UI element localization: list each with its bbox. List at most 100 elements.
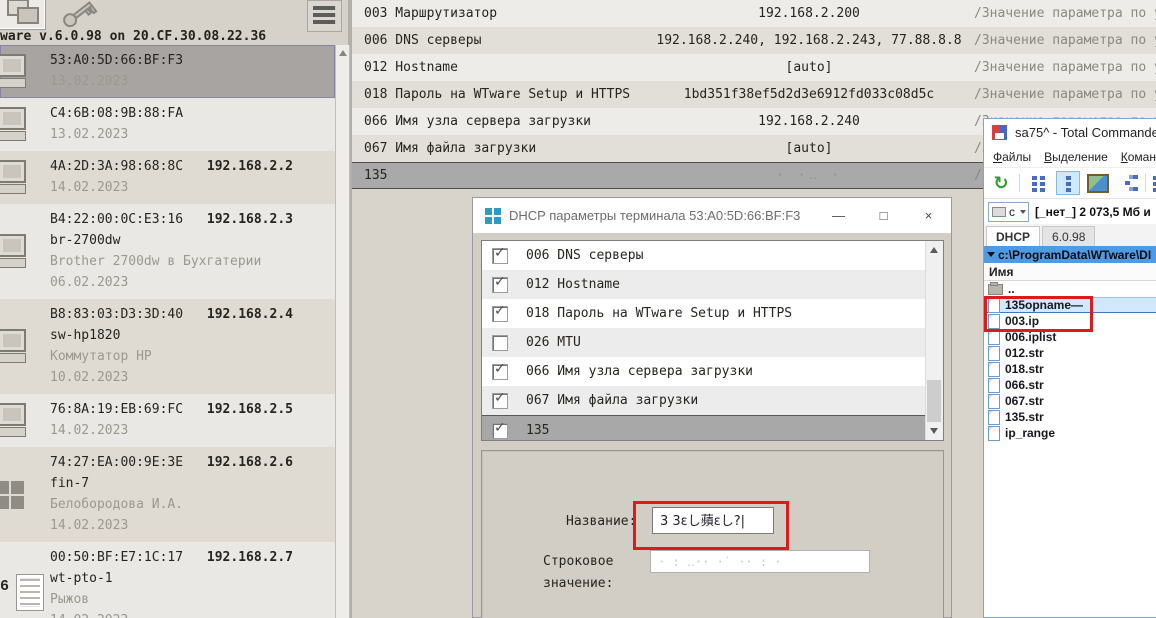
file-row[interactable]: .. bbox=[984, 281, 1156, 297]
option-checkbox[interactable] bbox=[492, 423, 508, 439]
scroll-up-icon[interactable] bbox=[339, 50, 347, 56]
file-name: ip_range bbox=[1005, 426, 1055, 440]
file-row[interactable]: 135.str bbox=[984, 409, 1156, 425]
option-checkbox[interactable] bbox=[492, 364, 508, 380]
option-label: 067 Имя файла загрузки bbox=[526, 393, 698, 408]
dhcp-option-row[interactable]: 067 Имя файла загрузки bbox=[482, 386, 943, 415]
terminal-name: br-2700dw bbox=[50, 230, 331, 251]
file-name: 135.str bbox=[1005, 410, 1044, 424]
close-button[interactable]: × bbox=[906, 198, 951, 233]
file-name: 067.str bbox=[1005, 394, 1044, 408]
terminal-type-icon bbox=[0, 104, 40, 146]
terminal-list-item[interactable]: 53:A0:5D:66:BF:F3 13.02.2023 bbox=[0, 45, 335, 98]
file-row[interactable]: 067.str bbox=[984, 393, 1156, 409]
param-name: 135 bbox=[352, 168, 644, 183]
terminal-mac: 76:8A:19:EB:69:FC bbox=[50, 402, 183, 417]
dhcp-option-row[interactable]: 006 DNS серверы bbox=[482, 241, 943, 270]
terminal-list-item[interactable]: 36 00:50:BF:E7:1C:17 192.168.2.7 wt-pto-… bbox=[0, 542, 335, 618]
hamburger-menu-button[interactable] bbox=[307, 0, 342, 32]
total-commander-window: sa75^ - Total Commander ( Файлы Выделени… bbox=[983, 118, 1156, 618]
dialog-list-scrollbar[interactable] bbox=[925, 241, 943, 440]
maximize-button[interactable]: □ bbox=[861, 198, 906, 233]
terminal-list: 53:A0:5D:66:BF:F3 13.02.2023 C4:6B:08:9B… bbox=[0, 45, 335, 618]
file-row[interactable]: ip_range bbox=[984, 425, 1156, 441]
param-row[interactable]: 003 Маршрутизатор 192.168.2.200 /Значени… bbox=[352, 0, 1156, 27]
brief-view-icon[interactable] bbox=[1027, 172, 1049, 194]
option-checkbox[interactable] bbox=[492, 306, 508, 322]
dhcp-dialog-icon bbox=[485, 208, 492, 215]
dhcp-options-list: 006 DNS серверы 012 Hostname 018 Пароль … bbox=[481, 240, 944, 441]
list-view-icon[interactable] bbox=[1056, 171, 1080, 195]
tc-drive-bar: c [_нет_] 2 073,5 Мб и bbox=[984, 199, 1156, 224]
dhcp-option-row[interactable]: 026 MTU bbox=[482, 328, 943, 357]
tc-menu-item[interactable]: Выделение bbox=[1044, 150, 1108, 164]
file-icon bbox=[988, 410, 1000, 425]
scroll-up-icon[interactable] bbox=[930, 247, 938, 253]
file-icon bbox=[988, 378, 1000, 393]
key-icon bbox=[52, 0, 104, 32]
dialog-title: DHCP параметры терминала 53:A0:5D:66:BF:… bbox=[509, 208, 800, 223]
dhcp-option-row[interactable]: 066 Имя узла сервера загрузки bbox=[482, 357, 943, 386]
file-icon bbox=[988, 394, 1000, 409]
terminal-name: sw-hp1820 bbox=[50, 325, 331, 346]
file-row[interactable]: 018.str bbox=[984, 361, 1156, 377]
option-checkbox[interactable] bbox=[492, 248, 508, 264]
tc-menu-item[interactable]: Команды bbox=[1121, 150, 1156, 164]
option-label: 006 DNS серверы bbox=[526, 248, 643, 263]
dhcp-dialog: DHCP параметры терминала 53:A0:5D:66:BF:… bbox=[472, 197, 952, 618]
tc-menu-item[interactable]: Файлы bbox=[993, 150, 1031, 164]
param-name: 012 Hostname bbox=[352, 60, 644, 75]
drive-icon bbox=[992, 207, 1006, 217]
terminal-list-item[interactable]: 4A:2D:3A:98:68:8C 192.168.2.2 14.02.2023 bbox=[0, 151, 335, 204]
terminal-name: wt-pto-1 bbox=[50, 568, 331, 589]
param-value: [auto] bbox=[644, 60, 974, 75]
tc-folder-tab[interactable]: DHCP bbox=[986, 226, 1040, 246]
scroll-down-icon[interactable] bbox=[930, 428, 938, 434]
minimize-button[interactable]: — bbox=[816, 198, 861, 233]
terminal-type-icon bbox=[0, 231, 40, 273]
terminal-list-item[interactable]: C4:6B:08:9B:88:FA 13.02.2023 bbox=[0, 98, 335, 151]
option-checkbox[interactable] bbox=[492, 335, 508, 351]
key-button[interactable] bbox=[52, 0, 104, 32]
scroll-thumb[interactable] bbox=[927, 380, 941, 422]
tc-folder-tab[interactable]: 6.0.98 bbox=[1042, 226, 1095, 246]
file-row[interactable]: 012.str bbox=[984, 345, 1156, 361]
file-name: 012.str bbox=[1005, 346, 1044, 360]
sidebar-toolbar bbox=[0, 0, 348, 28]
tc-name-column-header[interactable]: Имя bbox=[984, 263, 1156, 281]
terminal-list-item[interactable]: B8:83:03:D3:3D:40 192.168.2.4 sw-hp1820 … bbox=[0, 299, 335, 394]
dhcp-option-row[interactable]: 018 Пароль на WTware Setup и HTTPS bbox=[482, 299, 943, 328]
param-row[interactable]: 012 Hostname [auto] /Значение параметра … bbox=[352, 54, 1156, 81]
thumbnails-view-icon[interactable] bbox=[1087, 172, 1109, 194]
terminal-date: 13.02.2023 bbox=[50, 124, 331, 145]
terminal-mac: C4:6B:08:9B:88:FA bbox=[50, 106, 183, 121]
param-row[interactable]: 006 DNS серверы 192.168.2.240, 192.168.2… bbox=[352, 27, 1156, 54]
option-checkbox[interactable] bbox=[492, 393, 508, 409]
file-row[interactable]: 066.str bbox=[984, 377, 1156, 393]
tree-view-icon[interactable] bbox=[1116, 172, 1138, 194]
terminal-ip: 192.168.2.5 bbox=[207, 402, 293, 417]
terminal-list-item[interactable]: 74:27:EA:00:9E:3E 192.168.2.6 fin-7 Бело… bbox=[0, 447, 335, 542]
terminal-mac: B4:22:00:0C:E3:16 bbox=[50, 212, 183, 227]
sidebar-scrollbar[interactable] bbox=[335, 45, 350, 618]
dhcp-option-row[interactable]: 012 Hostname bbox=[482, 270, 943, 299]
drive-select[interactable]: c bbox=[988, 202, 1029, 222]
dhcp-option-row[interactable]: 135 bbox=[482, 415, 943, 441]
refresh-icon[interactable]: ↻ bbox=[990, 172, 1012, 194]
option-checkbox[interactable] bbox=[492, 277, 508, 293]
param-name: 067 Имя файла загрузки bbox=[352, 141, 644, 156]
terminal-date: 14.02.2023 bbox=[50, 515, 331, 536]
dialog-titlebar[interactable]: DHCP параметры терминала 53:A0:5D:66:BF:… bbox=[473, 198, 951, 233]
file-icon bbox=[988, 362, 1000, 377]
terminal-type-icon: 36 bbox=[0, 569, 40, 611]
file-icon bbox=[988, 284, 1003, 295]
terminals-view-button[interactable] bbox=[0, 0, 46, 30]
param-comment: /Значение параметра по умо bbox=[974, 60, 1156, 75]
toolbar-separator bbox=[1019, 174, 1020, 192]
tc-titlebar[interactable]: sa75^ - Total Commander ( bbox=[984, 119, 1156, 146]
param-row[interactable]: 018 Пароль на WTware Setup и HTTPS 1bd35… bbox=[352, 81, 1156, 108]
tc-path-bar[interactable]: c:\ProgramData\WTware\DI bbox=[984, 246, 1156, 263]
terminal-list-item[interactable]: B4:22:00:0C:E3:16 192.168.2.3 br-2700dw … bbox=[0, 204, 335, 299]
terminal-list-item[interactable]: 76:8A:19:EB:69:FC 192.168.2.5 14.02.2023 bbox=[0, 394, 335, 447]
string-value-input[interactable]: · : ‥·· ·˙ ·· : · bbox=[650, 550, 870, 573]
